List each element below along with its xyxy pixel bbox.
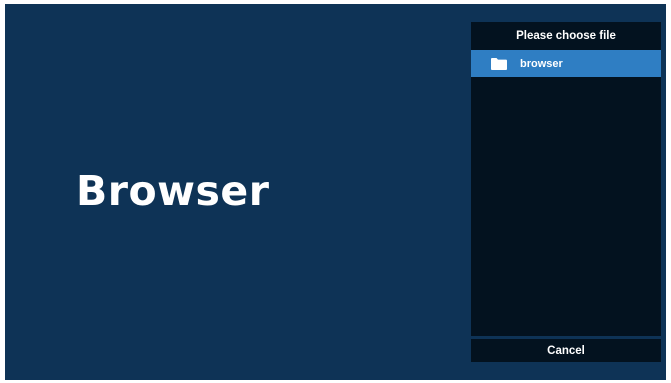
file-list[interactable]: browser [471,50,661,336]
file-list-item-label: browser [520,57,563,70]
folder-icon [491,57,507,70]
file-chooser-panel: Please choose file browser [471,22,661,336]
file-chooser-header: Please choose file [516,30,616,42]
cancel-button[interactable]: Cancel [471,339,661,362]
file-list-item[interactable]: browser [471,50,661,77]
screen: Browser Please choose file browser Cance… [5,4,666,380]
app-title: Browser [76,167,270,215]
